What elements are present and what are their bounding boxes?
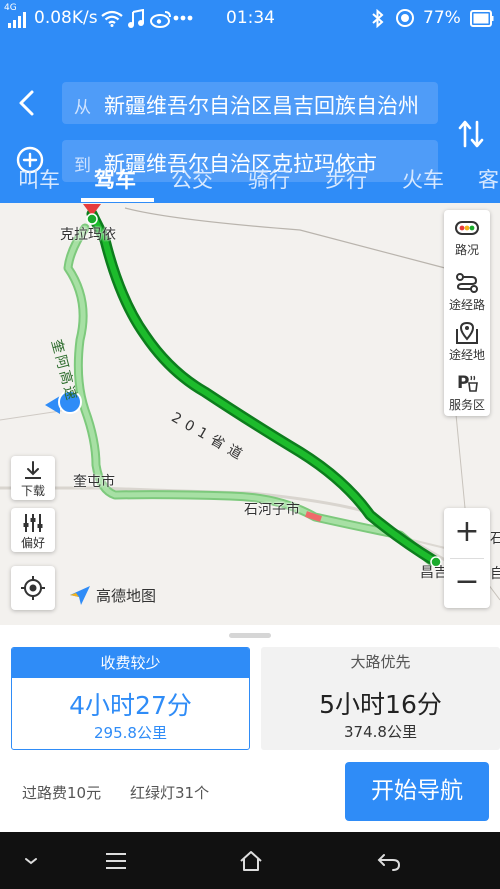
- active-tab-indicator: [81, 198, 154, 202]
- route-1-time: 4小时27分: [69, 691, 192, 720]
- more-icon: [173, 15, 193, 21]
- preference-button[interactable]: 偏好: [11, 508, 55, 552]
- traffic-icon: [455, 221, 479, 235]
- svg-text:P: P: [457, 373, 469, 393]
- map-tools-panel: 路况 途经路 途经地 P 服务区: [444, 210, 490, 416]
- tab-transit[interactable]: 公交: [171, 164, 213, 194]
- navigation-screen: 4G 0.08K/s 01:34 77% 从 新疆维吾尔自治区昌吉回族自治州 到…: [0, 0, 500, 889]
- origin-prefix: 从: [74, 98, 91, 118]
- tab-cycling[interactable]: 骑行: [248, 164, 290, 194]
- waypoint-button[interactable]: 途经地: [444, 317, 490, 367]
- signal-icon: [8, 12, 26, 28]
- route-via-label: 途经路: [448, 298, 485, 312]
- map-label-edge-1: 石: [490, 531, 500, 547]
- clock: 01:34: [226, 8, 275, 28]
- back-nav-icon[interactable]: [376, 849, 402, 873]
- chevron-down-icon[interactable]: [18, 849, 44, 873]
- route-2-distance: 374.8公里: [344, 723, 417, 741]
- zoom-out-button[interactable]: −: [444, 558, 490, 608]
- preference-label: 偏好: [20, 536, 45, 550]
- status-bar: 4G 0.08K/s 01:34 77%: [0, 0, 500, 36]
- home-icon[interactable]: [238, 849, 264, 873]
- service-area-button[interactable]: P 服务区: [444, 367, 490, 417]
- tab-drive[interactable]: 驾车: [94, 164, 136, 194]
- start-navigation-button[interactable]: 开始导航: [345, 762, 489, 821]
- amap-logo-text: 高德地图: [96, 587, 157, 605]
- wifi-icon: [101, 10, 123, 27]
- toll-info: 过路费10元: [22, 784, 102, 802]
- route-2-tag: 大路优先: [350, 653, 411, 671]
- tab-taxi[interactable]: 叫车: [18, 164, 60, 194]
- origin-value: 新疆维吾尔自治区昌吉回族自治州: [104, 94, 419, 118]
- menu-icon[interactable]: [103, 849, 129, 873]
- route-1-distance: 295.8公里: [94, 724, 167, 742]
- route-1-tag: 收费较少: [12, 648, 249, 678]
- tab-train[interactable]: 火车: [402, 164, 444, 194]
- service-area-label: 服务区: [448, 398, 485, 412]
- tab-coach[interactable]: 客: [478, 164, 499, 194]
- download-button[interactable]: 下载: [11, 456, 55, 500]
- zoom-controls: + −: [444, 508, 490, 608]
- battery-percent: 77%: [423, 8, 461, 28]
- map-label-kuitun: 奎屯市: [73, 474, 115, 490]
- bluetooth-icon: [372, 9, 384, 28]
- amap-logo: 高德地图: [68, 581, 168, 607]
- map-label-edge-2: 自: [490, 566, 500, 582]
- music-icon: [128, 9, 144, 28]
- waypoint-label: 途经地: [448, 348, 485, 362]
- route-sheet: 收费较少 4小时27分 295.8公里 大路优先 5小时16分 374.8公里 …: [0, 625, 500, 832]
- traffic-label: 路况: [454, 243, 479, 257]
- route-via-button[interactable]: 途经路: [444, 267, 490, 317]
- sliders-icon: [23, 514, 43, 532]
- download-icon: [25, 461, 41, 479]
- map-label-shihezi: 石河子市: [244, 502, 300, 518]
- download-label: 下载: [20, 484, 45, 498]
- amap-logo-icon: [70, 586, 90, 605]
- origin-field[interactable]: 从 新疆维吾尔自治区昌吉回族自治州: [62, 82, 438, 124]
- route-option-2[interactable]: 大路优先 5小时16分 374.8公里: [261, 647, 500, 750]
- traffic-light-info: 红绿灯31个: [130, 784, 210, 802]
- system-nav-bar: [0, 832, 500, 889]
- map-view[interactable]: 克拉玛依 奎屯市 石河子市 昌吉 石 自 201省道 奎阿高速 路况 途经路 途…: [0, 203, 500, 625]
- swap-icon[interactable]: [456, 118, 486, 150]
- net-speed: 0.08K/s: [34, 8, 98, 28]
- tab-walking[interactable]: 步行: [325, 164, 367, 194]
- locate-button[interactable]: [11, 566, 55, 610]
- route-option-1[interactable]: 收费较少 4小时27分 295.8公里: [11, 647, 250, 750]
- sheet-handle[interactable]: [229, 633, 271, 638]
- alarm-icon: [396, 9, 414, 27]
- route-2-time: 5小时16分: [319, 690, 442, 719]
- map-pin-icon: [456, 321, 478, 344]
- map-label-start: 克拉玛依: [60, 227, 116, 243]
- service-area-icon: P: [457, 373, 478, 393]
- route-via-icon: [456, 273, 478, 293]
- transport-tabs: 叫车 驾车 公交 骑行 步行 火车 客: [0, 158, 500, 203]
- zoom-in-button[interactable]: +: [444, 508, 490, 558]
- battery-icon: [470, 10, 494, 27]
- traffic-toggle[interactable]: 路况: [444, 212, 490, 262]
- weibo-icon: [150, 11, 171, 28]
- locate-icon: [21, 576, 45, 600]
- back-icon[interactable]: [14, 88, 42, 118]
